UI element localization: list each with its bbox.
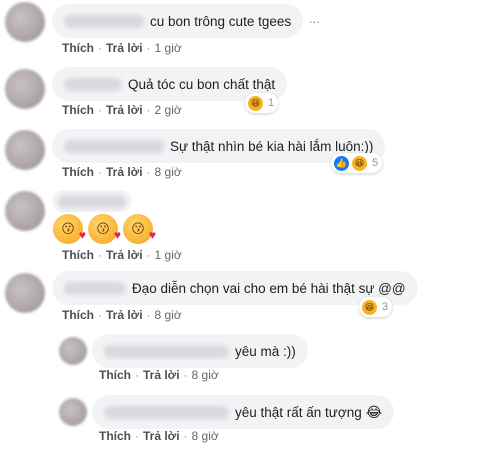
commenter-name[interactable] bbox=[104, 344, 229, 358]
reaction-count: 1 bbox=[268, 97, 275, 109]
commenter-name[interactable] bbox=[64, 14, 144, 28]
like-link[interactable]: Thích bbox=[99, 429, 131, 443]
comment-actions: Thích · Trả lời · 1 giờ bbox=[62, 41, 182, 55]
haha-icon: 😆 bbox=[247, 94, 264, 112]
blowing-kiss-emoji: 😗 ♥ bbox=[53, 214, 86, 244]
comment-actions: Thích · Trả lời · 8 giờ bbox=[62, 165, 182, 179]
more-horizontal-icon[interactable]: ··· bbox=[304, 11, 324, 31]
like-icon: 👍 bbox=[333, 154, 350, 172]
reaction-summary[interactable]: 👍 😆 5 bbox=[331, 153, 383, 173]
commenter-name[interactable] bbox=[64, 77, 122, 91]
reply-actions: Thích · Trả lời · 8 giờ bbox=[99, 368, 219, 382]
like-link[interactable]: Thích bbox=[62, 308, 94, 322]
comment-actions: Thích · Trả lời · 1 giờ bbox=[62, 248, 182, 262]
reaction-summary[interactable]: 😆 3 bbox=[359, 297, 393, 317]
avatar[interactable] bbox=[5, 69, 45, 109]
avatar[interactable] bbox=[5, 2, 45, 42]
reply-bubble: yêu thật rất ấn tượng 😂 bbox=[92, 395, 395, 429]
comment-time[interactable]: 1 giờ bbox=[155, 248, 182, 262]
commenter-name[interactable] bbox=[104, 405, 229, 419]
reply-link[interactable]: Trả lời bbox=[106, 165, 143, 179]
like-link[interactable]: Thích bbox=[99, 368, 131, 382]
reaction-summary[interactable]: 😆 1 bbox=[245, 93, 279, 113]
commenter-name[interactable] bbox=[58, 194, 126, 208]
like-link[interactable]: Thích bbox=[62, 248, 94, 262]
blowing-kiss-emoji: 😗 ♥ bbox=[123, 214, 156, 244]
reply-link[interactable]: Trả lời bbox=[143, 368, 180, 382]
reply-link[interactable]: Trả lời bbox=[106, 308, 143, 322]
comment-text: Đạo diễn chọn vai cho em bé hài thật sự … bbox=[132, 280, 406, 296]
reply-time[interactable]: 8 giờ bbox=[192, 368, 219, 382]
reply-actions: Thích · Trả lời · 8 giờ bbox=[99, 429, 219, 443]
reply-text: yêu thật rất ấn tượng bbox=[235, 404, 362, 420]
reply-time[interactable]: 8 giờ bbox=[192, 429, 219, 443]
reply-link[interactable]: Trả lời bbox=[143, 429, 180, 443]
reaction-count: 5 bbox=[372, 157, 379, 169]
like-link[interactable]: Thích bbox=[62, 165, 94, 179]
commenter-name[interactable] bbox=[64, 281, 126, 295]
comment-time[interactable]: 8 giờ bbox=[155, 308, 182, 322]
like-link[interactable]: Thích bbox=[62, 103, 94, 117]
avatar[interactable] bbox=[5, 191, 45, 231]
blowing-kiss-emoji: 😗 ♥ bbox=[88, 214, 121, 244]
commenter-name[interactable] bbox=[64, 139, 164, 153]
reply-link[interactable]: Trả lời bbox=[106, 248, 143, 262]
avatar[interactable] bbox=[59, 398, 87, 426]
avatar[interactable] bbox=[5, 273, 45, 313]
comment-actions: Thích · Trả lời · 2 giờ bbox=[62, 103, 182, 117]
haha-icon: 😆 bbox=[361, 298, 378, 316]
reply-link[interactable]: Trả lời bbox=[106, 103, 143, 117]
comment-text: cu bon trông cute tgees bbox=[150, 13, 292, 29]
comment-time[interactable]: 2 giờ bbox=[155, 103, 182, 117]
comment-actions: Thích · Trả lời · 8 giờ bbox=[62, 308, 182, 322]
comment-text: Sự thật nhìn bé kia hài lắm luôn:)) bbox=[170, 138, 374, 154]
reaction-count: 3 bbox=[382, 301, 389, 313]
tears-of-joy-emoji: 😂 bbox=[365, 403, 383, 420]
commenter-name-bubble bbox=[52, 190, 132, 212]
reply-bubble: yêu mà :)) bbox=[92, 334, 308, 368]
comment-text: Quả tóc cu bon chất thật bbox=[128, 76, 276, 92]
avatar[interactable] bbox=[59, 337, 87, 365]
comment-time[interactable]: 1 giờ bbox=[155, 41, 182, 55]
reply-link[interactable]: Trả lời bbox=[106, 41, 143, 55]
reply-text: yêu mà :)) bbox=[235, 343, 296, 359]
haha-icon: 😆 bbox=[351, 154, 368, 172]
like-link[interactable]: Thích bbox=[62, 41, 94, 55]
avatar[interactable] bbox=[5, 130, 45, 170]
comment-bubble: cu bon trông cute tgees bbox=[52, 4, 304, 38]
comment-time[interactable]: 8 giờ bbox=[155, 165, 182, 179]
